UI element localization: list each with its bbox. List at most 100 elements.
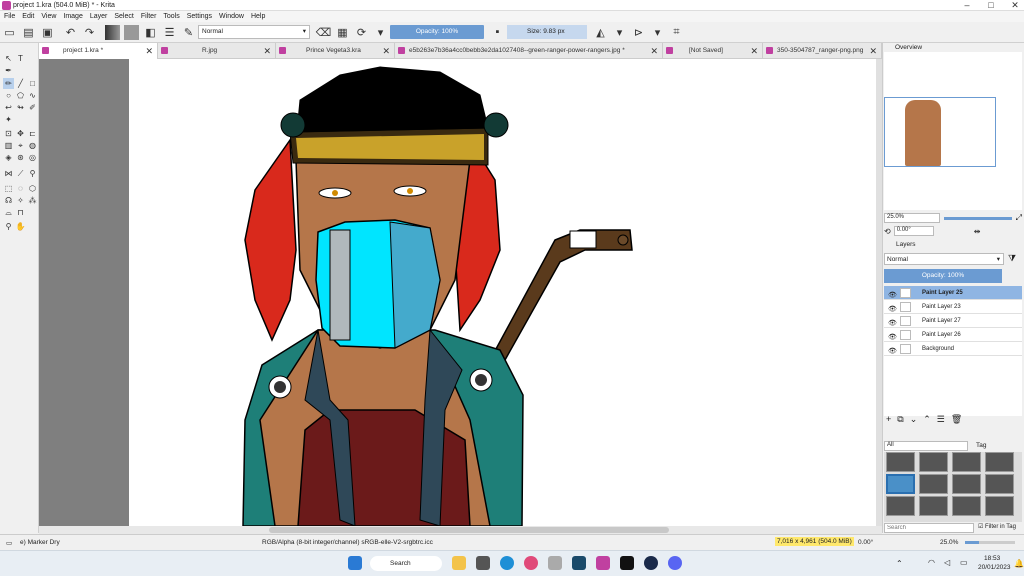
freehand-brush-icon[interactable]: ✏ xyxy=(3,78,14,89)
notification-bell-icon[interactable]: 🔔 xyxy=(1014,559,1024,568)
dropdown-icon[interactable]: ▾ xyxy=(373,25,388,40)
zoom-select[interactable]: 25.0% xyxy=(884,213,940,223)
alpha-lock-icon[interactable]: ▦ xyxy=(335,25,350,40)
brush-preset[interactable] xyxy=(952,452,981,472)
zoom-slider[interactable] xyxy=(944,216,1012,220)
layer-properties-icon[interactable]: ☰ xyxy=(937,414,945,425)
krita-taskbar-icon[interactable] xyxy=(596,556,610,570)
overview-viewport[interactable] xyxy=(884,97,996,167)
select-shapes-icon[interactable]: ↖ xyxy=(3,53,14,64)
polygon-select-icon[interactable]: ⬡ xyxy=(27,183,38,194)
tag-button[interactable]: Tag xyxy=(976,442,986,449)
calligraphy-icon[interactable]: ✒ xyxy=(3,65,14,76)
brush-preset-icon[interactable]: ✎ xyxy=(181,25,196,40)
scrollbar-thumb[interactable] xyxy=(269,527,669,533)
pan-icon[interactable]: ✋ xyxy=(15,221,26,232)
brush-preset[interactable] xyxy=(886,496,915,516)
tray-chevron-icon[interactable]: ⌃ xyxy=(896,559,903,568)
clock-time[interactable]: 18:53 xyxy=(984,555,1000,562)
menu-file[interactable]: File xyxy=(4,13,15,20)
new-document-icon[interactable]: ▭ xyxy=(2,25,17,40)
pattern-icon[interactable] xyxy=(124,24,139,40)
close-tab-icon[interactable]: ✕ xyxy=(145,43,153,59)
smart-patch-icon[interactable]: ⊛ xyxy=(15,152,26,163)
reference-images-icon[interactable]: ⚲ xyxy=(27,168,38,179)
brush-preset[interactable] xyxy=(919,496,948,516)
crop-icon[interactable]: ⊏ xyxy=(27,128,38,139)
maximize-button[interactable]: □ xyxy=(984,0,998,11)
mirror-vertical-icon[interactable]: ⊳ xyxy=(631,25,646,40)
dropdown-icon[interactable]: ▾ xyxy=(650,25,665,40)
close-tab-icon[interactable]: ✕ xyxy=(263,43,271,59)
delete-layer-icon[interactable]: 🗑 xyxy=(951,414,962,425)
move-down-icon[interactable]: ⌄ xyxy=(910,414,918,425)
menu-window[interactable]: Window xyxy=(219,13,244,20)
file-explorer-icon[interactable] xyxy=(452,556,466,570)
filter-in-tag-checkbox[interactable]: ☑ Filter in Tag xyxy=(978,523,1016,530)
polygon-tool-icon[interactable]: ⬠ xyxy=(15,90,26,101)
multibrush-icon[interactable]: ✦ xyxy=(3,114,14,125)
color-picker-icon[interactable]: ⌖ xyxy=(15,140,26,151)
canvas-horizontal-scrollbar[interactable] xyxy=(39,526,882,534)
wrap-around-icon[interactable]: ⌗ xyxy=(669,25,684,40)
color-swatch-icon[interactable]: ◧ xyxy=(143,25,158,40)
rotation-input[interactable]: 0.00° xyxy=(893,226,934,236)
dynamic-brush-icon[interactable]: ✐ xyxy=(27,102,38,113)
enclose-fill-icon[interactable]: ◎ xyxy=(27,152,38,163)
tab-prince-vegeta3[interactable]: Prince Vegeta3.kra ✕ xyxy=(276,43,395,59)
close-tab-icon[interactable]: ✕ xyxy=(869,43,877,59)
gradient-tool-icon[interactable]: ▥ xyxy=(3,140,14,151)
save-icon[interactable]: ▣ xyxy=(40,25,55,40)
eraser-icon[interactable]: ⌫ xyxy=(316,25,332,40)
menu-select[interactable]: Select xyxy=(114,13,133,20)
menu-layer[interactable]: Layer xyxy=(90,13,108,20)
reload-preset-icon[interactable]: ⟳ xyxy=(354,25,369,40)
magnetic-select-icon[interactable]: ⊓ xyxy=(15,207,26,218)
undo-icon[interactable]: ↶ xyxy=(63,25,78,40)
brush-preset[interactable] xyxy=(985,452,1014,472)
menu-view[interactable]: View xyxy=(41,13,56,20)
clock-date[interactable]: 20/01/2023 xyxy=(978,564,1011,571)
preset-search-input[interactable] xyxy=(884,523,974,533)
discord-icon[interactable] xyxy=(668,556,682,570)
bezier-select-icon[interactable]: ⌓ xyxy=(3,207,14,218)
open-icon[interactable]: ▤ xyxy=(21,25,36,40)
store-icon[interactable] xyxy=(476,556,490,570)
brush-preset[interactable] xyxy=(919,474,948,494)
opacity-slider[interactable]: Opacity: 100% xyxy=(390,25,484,39)
zoom-status[interactable]: 25.0% xyxy=(940,539,958,546)
steam-icon[interactable] xyxy=(644,556,658,570)
layer-row[interactable]: 👁 Paint Layer 23 xyxy=(884,300,1022,314)
brush-preset[interactable] xyxy=(985,474,1014,494)
menu-settings[interactable]: Settings xyxy=(187,13,212,20)
tab-r-jpg[interactable]: R.jpg ✕ xyxy=(158,43,276,59)
measure-icon[interactable]: ⟋ xyxy=(15,168,26,179)
brush-settings-icon[interactable]: ☰ xyxy=(162,25,177,40)
visibility-eye-icon[interactable]: 👁 xyxy=(888,345,897,359)
close-tab-icon[interactable]: ✕ xyxy=(650,43,658,59)
move-up-icon[interactable]: ⌃ xyxy=(923,414,931,425)
brush-preset[interactable] xyxy=(952,474,981,494)
freehand-select-icon[interactable]: ☊ xyxy=(3,195,14,206)
layer-blend-select[interactable]: Normal ▾ xyxy=(884,253,1004,265)
status-zoom-slider[interactable] xyxy=(965,541,1015,544)
brush-preset[interactable] xyxy=(919,452,948,472)
fill-tool-icon[interactable]: ◈ xyxy=(3,152,14,163)
overview-panel[interactable] xyxy=(884,52,1022,210)
layer-row[interactable]: 👁 Paint Layer 26 xyxy=(884,328,1022,342)
duplicate-layer-icon[interactable]: ⧉ xyxy=(897,414,903,425)
minimize-button[interactable]: – xyxy=(960,0,974,11)
ellipse-tool-icon[interactable]: ○ xyxy=(3,90,14,101)
brush-preset[interactable] xyxy=(952,496,981,516)
tab-green-ranger-jpg[interactable]: e5b263e7b36a4cc0bebb3e2da1027408--green-… xyxy=(395,43,663,59)
close-tab-icon[interactable]: ✕ xyxy=(382,43,390,59)
mirror-view-icon[interactable]: ⇹ xyxy=(974,227,981,236)
transform-icon[interactable]: ⊡ xyxy=(3,128,14,139)
tab-ranger-png[interactable]: 350-3504787_ranger-png.png ✕ xyxy=(763,43,882,59)
rectangle-tool-icon[interactable]: □ xyxy=(27,78,38,89)
edge-icon[interactable] xyxy=(500,556,514,570)
preset-filter-select[interactable]: All xyxy=(884,440,968,451)
app-icon[interactable] xyxy=(572,556,586,570)
brush-preset[interactable] xyxy=(886,452,915,472)
layer-opacity-slider[interactable]: Opacity: 100% xyxy=(884,269,1002,283)
